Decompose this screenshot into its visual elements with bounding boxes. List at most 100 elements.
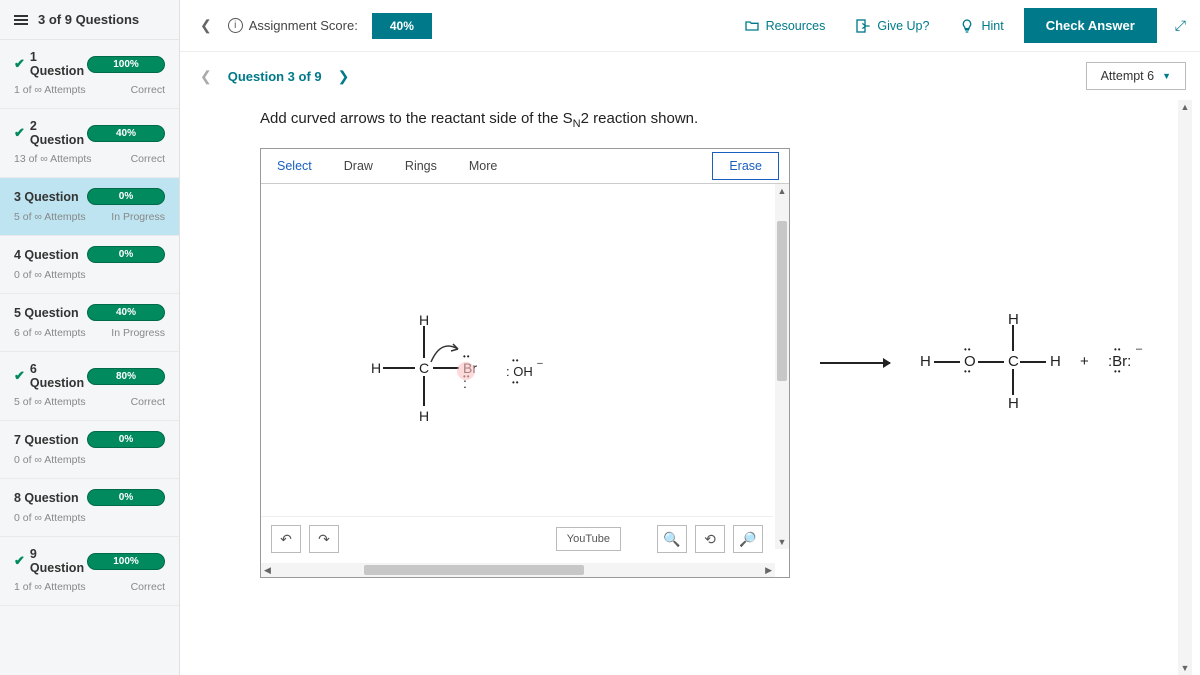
undo-button[interactable]: ↶ [271, 525, 301, 553]
question-number-label: Question 3 of 9 [228, 69, 322, 84]
prev-question-chevron[interactable]: ❮ [194, 64, 218, 89]
zoom-in-button[interactable]: 🔍 [657, 525, 687, 553]
reaction-arrow-icon [820, 362, 890, 364]
give-up-button[interactable]: Give Up? [845, 12, 939, 40]
status-label: In Progress [111, 327, 165, 339]
check-icon: ✔ [14, 553, 25, 569]
tab-rings[interactable]: Rings [389, 149, 453, 183]
info-icon[interactable]: i [228, 18, 243, 33]
attempts-label: 5 of ∞ Attempts [14, 211, 86, 223]
bond-top [423, 326, 425, 358]
status-label: Correct [131, 396, 165, 408]
percent-pill: 40% [87, 125, 165, 142]
content-scroll-down-icon[interactable]: ▼ [1179, 661, 1192, 675]
youtube-button[interactable]: YouTube [556, 527, 621, 551]
attempts-label: 0 of ∞ Attempts [14, 512, 86, 524]
attempt-dropdown[interactable]: Attempt 6 ▼ [1086, 62, 1186, 90]
tab-draw[interactable]: Draw [328, 149, 389, 183]
content-vertical-scrollbar[interactable]: ▲ ▼ [1178, 100, 1192, 675]
check-icon: ✔ [14, 56, 25, 72]
scroll-right-icon[interactable]: ▶ [762, 565, 775, 576]
workspace: Select Draw Rings More Erase C H H H Br … [260, 148, 1170, 578]
product-molecule: H O •• •• C H H H + :Br: •• •• – [920, 303, 1170, 423]
editor-toolbar: Select Draw Rings More Erase [261, 149, 789, 184]
percent-pill: 0% [87, 489, 165, 506]
scroll-up-icon[interactable]: ▲ [776, 184, 789, 198]
dropdown-triangle-icon: ▼ [1162, 71, 1171, 81]
atom-h-left: H [371, 360, 381, 376]
attempts-label: 0 of ∞ Attempts [14, 269, 86, 281]
attempts-label: 13 of ∞ Attempts [14, 153, 92, 165]
editor-footer: ↶ ↷ YouTube 🔍 ⟲ 🔎 [261, 516, 773, 561]
hscroll-thumb[interactable] [364, 565, 584, 575]
tab-select[interactable]: Select [261, 149, 328, 183]
attempts-label: 5 of ∞ Attempts [14, 396, 86, 408]
content-scroll-up-icon[interactable]: ▲ [1179, 100, 1192, 114]
bulb-icon [959, 18, 975, 34]
curved-arrow [426, 337, 466, 367]
resources-button[interactable]: Resources [734, 12, 836, 40]
structure-editor: Select Draw Rings More Erase C H H H Br … [260, 148, 790, 578]
question-prompt: Add curved arrows to the reactant side o… [260, 110, 1170, 130]
atom-h-bottom: H [419, 408, 429, 424]
assignment-score-value: 40% [372, 13, 432, 39]
percent-pill: 0% [87, 431, 165, 448]
sidebar-item-q8[interactable]: 8 Question0%0 of ∞ Attempts [0, 479, 179, 537]
prod-h4: H [1008, 395, 1019, 412]
prod-h1: H [920, 353, 931, 370]
top-toolbar: ❮ i Assignment Score: 40% Resources Give… [180, 0, 1200, 52]
scroll-left-icon[interactable]: ◀ [261, 565, 274, 576]
sidebar-item-q9[interactable]: ✔9 Question100%1 of ∞ AttemptsCorrect [0, 537, 179, 606]
folder-icon [744, 18, 760, 34]
main-area: ❮ i Assignment Score: 40% Resources Give… [180, 0, 1200, 675]
attempts-label: 0 of ∞ Attempts [14, 454, 86, 466]
sidebar-header: 3 of 9 Questions [0, 0, 179, 40]
prev-chevron-icon[interactable]: ❮ [194, 13, 218, 38]
question-nav-bar: ❮ Question 3 of 9 ❯ Attempt 6 ▼ [180, 52, 1200, 100]
expand-icon[interactable]: ⤢ [1175, 17, 1186, 34]
status-label: Correct [131, 581, 165, 593]
sidebar-item-q7[interactable]: 7 Question0%0 of ∞ Attempts [0, 421, 179, 479]
bromide-charge: – [1136, 343, 1142, 355]
question-list: ✔1 Question100%1 of ∞ AttemptsCorrect✔2 … [0, 40, 179, 675]
zoom-out-button[interactable]: 🔎 [733, 525, 763, 553]
prod-h2: H [1050, 353, 1061, 370]
status-label: In Progress [111, 211, 165, 223]
sidebar-item-q2[interactable]: ✔2 Question40%13 of ∞ AttemptsCorrect [0, 109, 179, 178]
percent-pill: 0% [87, 246, 165, 263]
vscroll-thumb[interactable] [777, 221, 787, 381]
sidebar-title: 3 of 9 Questions [38, 12, 139, 27]
bond-bottom [423, 376, 425, 406]
hamburger-icon[interactable] [14, 15, 28, 25]
prod-c: C [1008, 353, 1019, 370]
erase-button[interactable]: Erase [712, 152, 779, 180]
zoom-reset-button[interactable]: ⟲ [695, 525, 725, 553]
next-question-chevron[interactable]: ❯ [332, 64, 356, 89]
plus-sign: + [1080, 353, 1089, 370]
sidebar-item-q1[interactable]: ✔1 Question100%1 of ∞ AttemptsCorrect [0, 40, 179, 109]
exit-icon [855, 18, 871, 34]
check-icon: ✔ [14, 125, 25, 141]
redo-button[interactable]: ↷ [309, 525, 339, 553]
sidebar-item-q3[interactable]: 3 Question0%5 of ∞ AttemptsIn Progress [0, 178, 179, 236]
assignment-score-label: i Assignment Score: [228, 18, 358, 33]
content-area: Add curved arrows to the reactant side o… [180, 100, 1200, 675]
sidebar-item-q6[interactable]: ✔6 Question80%5 of ∞ AttemptsCorrect [0, 352, 179, 421]
canvas-vertical-scrollbar[interactable]: ▲ ▼ [775, 184, 789, 549]
check-answer-button[interactable]: Check Answer [1024, 8, 1157, 43]
bond-right [433, 367, 459, 369]
attempts-label: 1 of ∞ Attempts [14, 84, 86, 96]
percent-pill: 80% [87, 368, 165, 385]
sidebar-item-q5[interactable]: 5 Question40%6 of ∞ AttemptsIn Progress [0, 294, 179, 352]
canvas-horizontal-scrollbar[interactable]: ◀ ▶ [261, 563, 775, 577]
sidebar-item-q4[interactable]: 4 Question0%0 of ∞ Attempts [0, 236, 179, 294]
check-icon: ✔ [14, 368, 25, 384]
scroll-down-icon[interactable]: ▼ [776, 535, 789, 549]
percent-pill: 0% [87, 188, 165, 205]
drawing-canvas[interactable]: C H H H Br : •• •• [261, 184, 789, 577]
hint-button[interactable]: Hint [949, 12, 1013, 40]
percent-pill: 100% [87, 553, 165, 570]
negative-charge: – [537, 358, 543, 369]
percent-pill: 40% [87, 304, 165, 321]
tab-more[interactable]: More [453, 149, 513, 183]
